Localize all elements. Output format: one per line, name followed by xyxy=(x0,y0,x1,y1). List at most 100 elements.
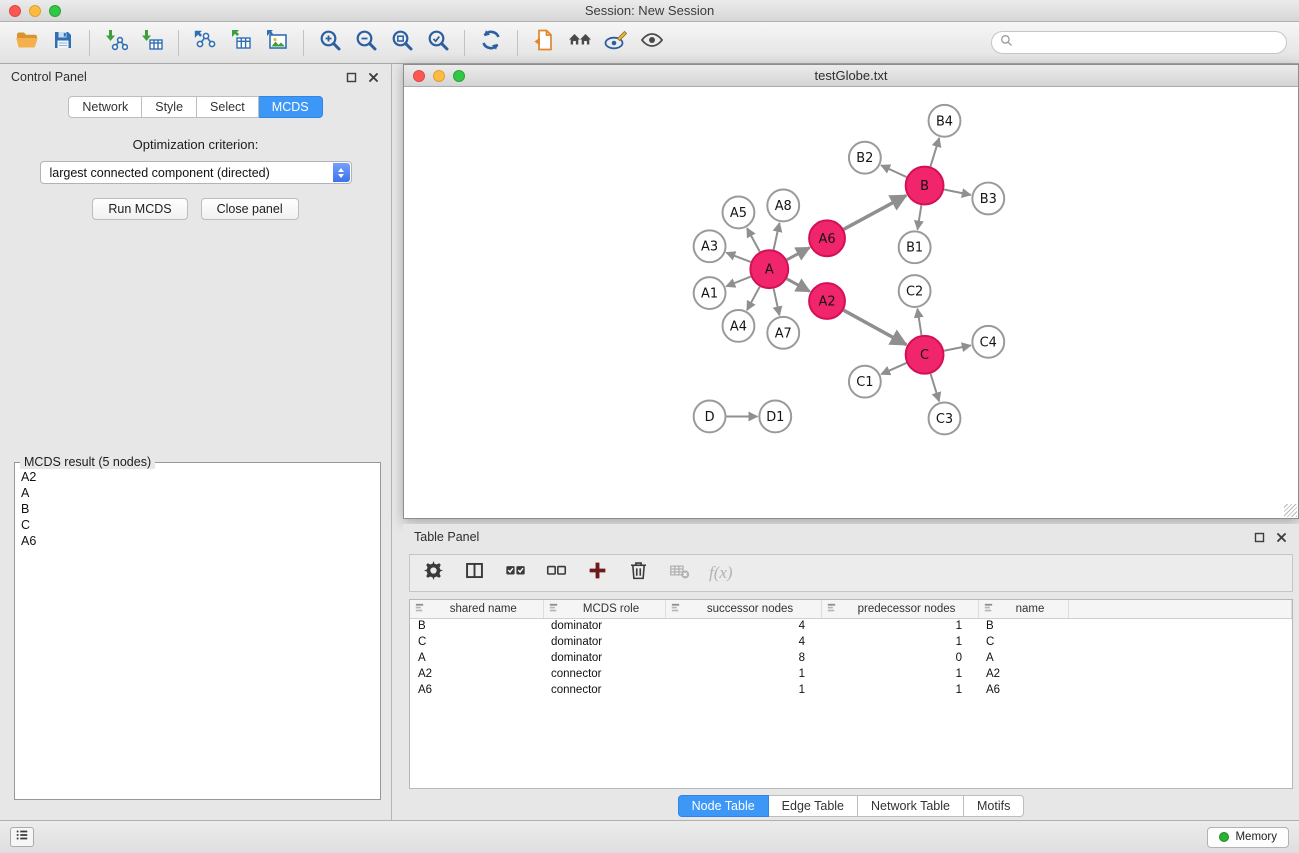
edge-B-B1[interactable] xyxy=(918,205,922,229)
edge-C-C2[interactable] xyxy=(917,309,921,335)
column-header-name[interactable]: name xyxy=(978,600,1068,618)
import-table-button[interactable] xyxy=(135,27,169,59)
table-row[interactable]: Bdominator41B xyxy=(410,618,1292,634)
edge-A-A5[interactable] xyxy=(747,228,760,251)
open-session-button[interactable] xyxy=(10,27,44,59)
select-all-rows-button[interactable] xyxy=(502,560,528,586)
node-C1[interactable]: C1 xyxy=(849,366,881,398)
float-panel-icon[interactable] xyxy=(345,71,358,84)
column-header-mcds-role[interactable]: MCDS role xyxy=(543,600,665,618)
save-session-button[interactable] xyxy=(46,27,80,59)
edge-A-A3[interactable] xyxy=(726,253,750,262)
delete-table-button[interactable] xyxy=(666,560,692,586)
table-row[interactable]: Cdominator41C xyxy=(410,634,1292,650)
edge-C-C4[interactable] xyxy=(944,345,971,350)
node-B[interactable]: B xyxy=(906,167,944,205)
table-row[interactable]: Adominator80A xyxy=(410,650,1292,666)
mcds-result-item[interactable]: B xyxy=(17,501,378,517)
mcds-result-item[interactable]: A xyxy=(17,485,378,501)
float-table-panel-icon[interactable] xyxy=(1253,531,1266,544)
zoom-selected-button[interactable] xyxy=(421,27,455,59)
node-D1[interactable]: D1 xyxy=(759,401,791,433)
task-history-button[interactable] xyxy=(10,827,34,847)
edge-A2-C[interactable] xyxy=(844,310,907,345)
unselect-all-rows-button[interactable] xyxy=(543,560,569,586)
table-tab-network-table[interactable]: Network Table xyxy=(858,795,964,817)
column-header-shared-name[interactable]: shared name xyxy=(410,600,543,618)
node-B1[interactable]: B1 xyxy=(899,231,931,263)
table-settings-button[interactable] xyxy=(420,560,446,586)
edge-A-A4[interactable] xyxy=(747,287,760,310)
close-table-panel-icon[interactable] xyxy=(1275,531,1288,544)
edge-B-B3[interactable] xyxy=(944,190,971,195)
edge-A6-B[interactable] xyxy=(844,195,907,229)
table-tab-edge-table[interactable]: Edge Table xyxy=(769,795,858,817)
node-A2[interactable]: A2 xyxy=(809,283,845,319)
table-row[interactable]: A2connector11A2 xyxy=(410,666,1292,682)
first-neighbors-button[interactable] xyxy=(563,27,597,59)
minimize-network-window-button[interactable] xyxy=(433,70,445,82)
export-image-button[interactable] xyxy=(260,27,294,59)
search-input[interactable] xyxy=(1018,36,1278,50)
node-A7[interactable]: A7 xyxy=(767,317,799,349)
table-tab-motifs[interactable]: Motifs xyxy=(964,795,1024,817)
tab-style[interactable]: Style xyxy=(142,96,197,118)
export-network-button[interactable] xyxy=(188,27,222,59)
node-C4[interactable]: C4 xyxy=(972,326,1004,358)
node-C3[interactable]: C3 xyxy=(929,403,961,435)
column-header-successor-nodes[interactable]: successor nodes xyxy=(665,600,821,618)
edge-A-A7[interactable] xyxy=(774,289,780,316)
show-columns-button[interactable] xyxy=(461,560,487,586)
close-panel-button[interactable]: Close panel xyxy=(201,198,299,220)
mcds-result-list[interactable]: A2ABCA6 xyxy=(17,469,378,797)
node-C[interactable]: C xyxy=(906,336,944,374)
zoom-out-button[interactable] xyxy=(349,27,383,59)
resize-grip[interactable] xyxy=(1284,504,1297,517)
node-A3[interactable]: A3 xyxy=(694,230,726,262)
create-column-button[interactable] xyxy=(584,560,610,586)
node-B3[interactable]: B3 xyxy=(972,183,1004,215)
search-box[interactable] xyxy=(991,31,1287,54)
mcds-result-item[interactable]: C xyxy=(17,517,378,533)
node-D[interactable]: D xyxy=(694,401,726,433)
edge-C-C1[interactable] xyxy=(881,363,906,374)
run-mcds-button[interactable]: Run MCDS xyxy=(92,198,187,220)
node-B4[interactable]: B4 xyxy=(929,105,961,137)
import-network-button[interactable] xyxy=(99,27,133,59)
export-table-button[interactable] xyxy=(224,27,258,59)
node-A4[interactable]: A4 xyxy=(723,310,755,342)
column-header-predecessor-nodes[interactable]: predecessor nodes xyxy=(821,600,978,618)
annotation-eye-button[interactable] xyxy=(599,27,633,59)
minimize-window-button[interactable] xyxy=(29,5,41,17)
edge-B-B4[interactable] xyxy=(930,138,939,167)
edge-A-A2[interactable] xyxy=(787,279,810,292)
optimization-criterion-select[interactable]: largest connected component (directed) xyxy=(40,161,352,184)
table-row[interactable]: A6connector11A6 xyxy=(410,682,1292,698)
close-window-button[interactable] xyxy=(9,5,21,17)
refresh-layout-button[interactable] xyxy=(474,27,508,59)
close-panel-icon[interactable] xyxy=(367,71,380,84)
fullscreen-window-button[interactable] xyxy=(49,5,61,17)
table-tab-node-table[interactable]: Node Table xyxy=(678,795,769,817)
tab-select[interactable]: Select xyxy=(197,96,259,118)
delete-column-button[interactable] xyxy=(625,560,651,586)
edge-B-B2[interactable] xyxy=(881,165,906,177)
close-network-window-button[interactable] xyxy=(413,70,425,82)
node-A6[interactable]: A6 xyxy=(809,220,845,256)
network-canvas[interactable]: B4B2BB3A5A8A6A3B1AC2A1A2A4A7C4CC1C3DD1 xyxy=(405,88,1297,517)
function-builder-button[interactable]: f(x) xyxy=(707,563,735,583)
edge-A-A6[interactable] xyxy=(787,248,810,260)
zoom-in-button[interactable] xyxy=(313,27,347,59)
tab-mcds[interactable]: MCDS xyxy=(259,96,323,118)
zoom-network-window-button[interactable] xyxy=(453,70,465,82)
edge-A-A1[interactable] xyxy=(726,277,751,287)
node-A1[interactable]: A1 xyxy=(694,277,726,309)
edge-A-A8[interactable] xyxy=(774,223,780,250)
tab-network[interactable]: Network xyxy=(68,96,142,118)
mcds-result-item[interactable]: A2 xyxy=(17,469,378,485)
node-B2[interactable]: B2 xyxy=(849,142,881,174)
node-C2[interactable]: C2 xyxy=(899,275,931,307)
node-A5[interactable]: A5 xyxy=(723,196,755,228)
report-button[interactable] xyxy=(527,27,561,59)
node-A[interactable]: A xyxy=(750,250,788,288)
